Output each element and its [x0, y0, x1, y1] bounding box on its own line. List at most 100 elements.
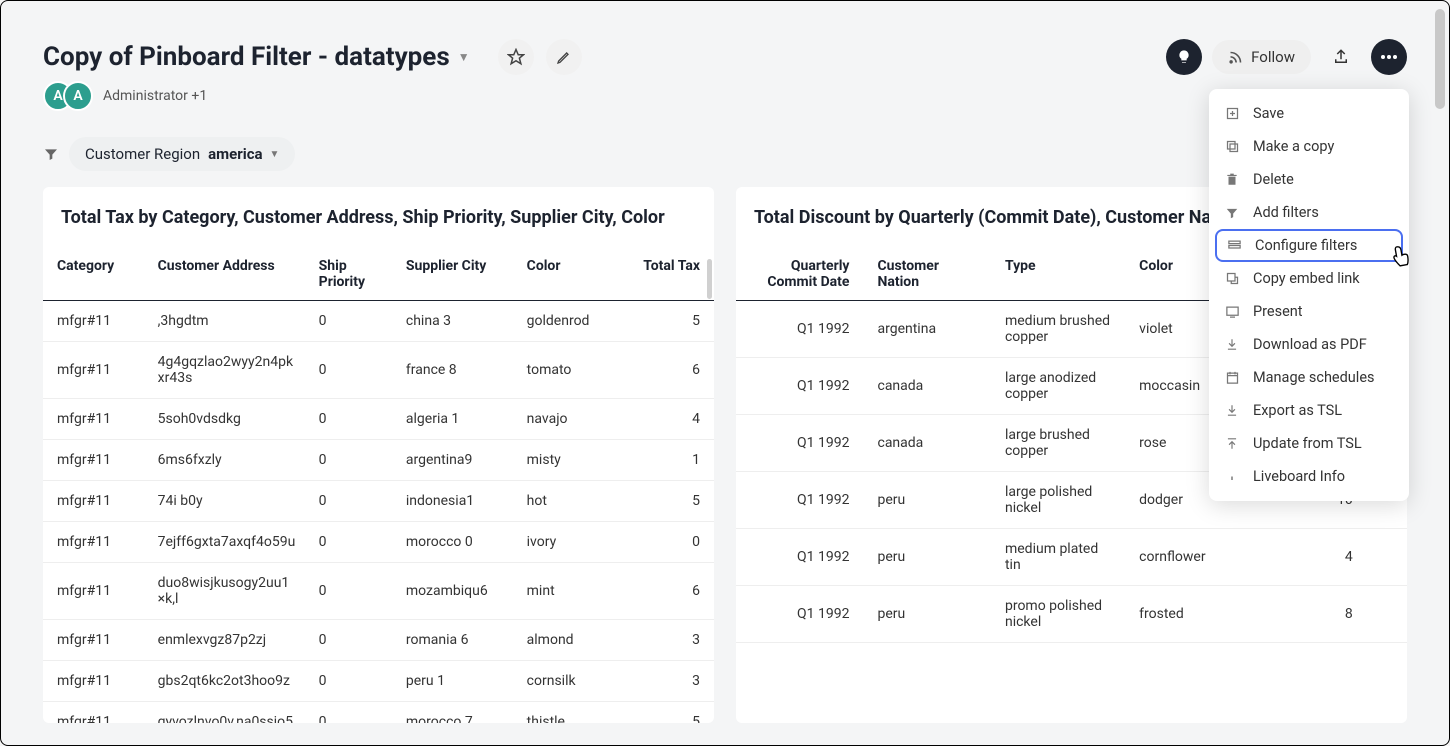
menu-item-label: Export as TSL [1253, 402, 1342, 419]
follow-button[interactable]: Follow [1212, 40, 1311, 74]
menu-item-update-from-tsl[interactable]: Update from TSL [1209, 427, 1409, 460]
table-row[interactable]: mfgr#11gyvozlnvo0v,na0ssjo50morocco 7thi… [43, 702, 714, 724]
menu-item-copy-embed-link[interactable]: Copy embed link [1209, 262, 1409, 295]
column-header[interactable]: Total Tax [627, 248, 714, 301]
menu-item-label: Manage schedules [1253, 369, 1375, 386]
edit-button[interactable] [546, 39, 582, 75]
more-menu-button[interactable] [1371, 39, 1407, 75]
share-button[interactable] [1323, 39, 1359, 75]
menu-item-make-a-copy[interactable]: Make a copy [1209, 130, 1409, 163]
table-cell: 6 [627, 563, 714, 620]
favorite-button[interactable] [498, 39, 534, 75]
table-cell: morocco 0 [392, 522, 513, 563]
table-cell: mfgr#11 [43, 481, 144, 522]
table-cell: mozambiqu6 [392, 563, 513, 620]
table-cell: 5 [627, 702, 714, 724]
menu-item-configure-filters[interactable]: Configure filters [1215, 229, 1403, 262]
table-cell: frosted [1125, 586, 1273, 643]
menu-item-delete[interactable]: Delete [1209, 163, 1409, 196]
menu-item-label: Make a copy [1253, 138, 1334, 155]
menu-item-icon [1223, 304, 1241, 319]
chevron-down-icon: ▼ [270, 149, 280, 160]
author-text: Administrator +1 [103, 88, 207, 104]
table-cell: 6ms6fxzly [144, 440, 305, 481]
share-icon [1332, 48, 1350, 66]
table-cell: 6 [627, 342, 714, 399]
menu-item-icon [1223, 206, 1241, 220]
menu-item-liveboard-info[interactable]: Liveboard Info [1209, 460, 1409, 493]
table-cell: 0 [627, 522, 714, 563]
table-row[interactable]: mfgr#11enmlexvgz87p2zj0romania 6almond3 [43, 620, 714, 661]
menu-item-icon [1223, 436, 1241, 451]
table-row[interactable]: mfgr#114g4gqzlao2wyy2n4pkxr43s0france 8t… [43, 342, 714, 399]
table-row[interactable]: mfgr#11duo8wisjkusogy2uu1×k,l0mozambiqu6… [43, 563, 714, 620]
table-cell: 3 [627, 661, 714, 702]
filter-label: Customer Region [85, 145, 200, 163]
filter-chip-customer-region[interactable]: Customer Region america ▼ [69, 137, 295, 171]
table-cell: 5 [627, 301, 714, 342]
table-cell: mfgr#11 [43, 342, 144, 399]
table-row[interactable]: mfgr#1174i b0y0indonesia1hot5 [43, 481, 714, 522]
menu-item-export-as-tsl[interactable]: Export as TSL [1209, 394, 1409, 427]
table-cell: Q1 1992 [736, 301, 863, 358]
column-header[interactable]: Quarterly Commit Date [736, 248, 863, 301]
filter-value: america [208, 145, 262, 163]
table-row[interactable]: mfgr#115soh0vdsdkg0algeria 1navajo4 [43, 399, 714, 440]
table-cell: Q1 1992 [736, 472, 863, 529]
column-header[interactable]: Ship Priority [305, 248, 392, 301]
column-header[interactable]: Category [43, 248, 144, 301]
card-scrollbar[interactable] [707, 259, 712, 299]
table-cell: algeria 1 [392, 399, 513, 440]
table-cell: cornsilk [513, 661, 627, 702]
column-header[interactable]: Customer Address [144, 248, 305, 301]
table-cell: canada [863, 415, 990, 472]
menu-item-manage-schedules[interactable]: Manage schedules [1209, 361, 1409, 394]
table-cell: canada [863, 358, 990, 415]
table-cell: promo polished nickel [991, 586, 1125, 643]
table-cell: goldenrod [513, 301, 627, 342]
menu-item-download-as-pdf[interactable]: Download as PDF [1209, 328, 1409, 361]
menu-item-label: Save [1253, 105, 1284, 122]
cursor-icon [1390, 241, 1416, 270]
table-row[interactable]: mfgr#117ejff6gxta7axqf4o59u0morocco 0ivo… [43, 522, 714, 563]
insights-button[interactable] [1166, 39, 1202, 75]
table-row[interactable]: mfgr#11gbs2qt6kc2ot3hoo9z0peru 1cornsilk… [43, 661, 714, 702]
column-header[interactable]: Type [991, 248, 1125, 301]
column-header[interactable]: Color [513, 248, 627, 301]
avatar: A [63, 81, 93, 111]
table-cell: mfgr#11 [43, 399, 144, 440]
avatar-stack[interactable]: A A [43, 81, 93, 111]
table-cell: 0 [305, 522, 392, 563]
menu-item-add-filters[interactable]: Add filters [1209, 196, 1409, 229]
table-cell: indonesia1 [392, 481, 513, 522]
column-header[interactable]: Supplier City [392, 248, 513, 301]
filter-icon[interactable] [43, 146, 59, 162]
menu-item-label: Configure filters [1255, 237, 1357, 254]
table-row[interactable]: mfgr#116ms6fxzly0argentina9misty1 [43, 440, 714, 481]
table-cell: thistle [513, 702, 627, 724]
more-menu-dropdown: Save Make a copy DeleteAdd filters Configur… [1209, 89, 1409, 501]
table-cell: peru 1 [392, 661, 513, 702]
table-row[interactable]: Q1 1992perumedium plated tincornflower4 [736, 529, 1407, 586]
table-total-tax: CategoryCustomer AddressShip PrioritySup… [43, 248, 714, 723]
table-cell: 74i b0y [144, 481, 305, 522]
column-header[interactable]: Customer Nation [863, 248, 990, 301]
menu-item-present[interactable]: Present [1209, 295, 1409, 328]
table-cell: 8 [1273, 586, 1367, 643]
table-row[interactable]: mfgr#11,3hgdtm0china 3goldenrod5 [43, 301, 714, 342]
table-cell: 0 [305, 620, 392, 661]
table-cell: large anodized copper [991, 358, 1125, 415]
table-cell: gyvozlnvo0v,na0ssjo5 [144, 702, 305, 724]
page-scrollbar[interactable] [1435, 9, 1445, 109]
table-cell: mfgr#11 [43, 563, 144, 620]
page-title[interactable]: Copy of Pinboard Filter - datatypes ▼ [43, 42, 470, 72]
table-row[interactable]: Q1 1992perupromo polished nickelfrosted8 [736, 586, 1407, 643]
title-dropdown-icon: ▼ [458, 50, 470, 64]
table-cell: duo8wisjkusogy2uu1×k,l [144, 563, 305, 620]
table-cell: large polished nickel [991, 472, 1125, 529]
table-cell: 5 [627, 481, 714, 522]
table-cell: 0 [305, 440, 392, 481]
menu-item-label: Liveboard Info [1253, 468, 1345, 485]
table-cell: 3 [627, 620, 714, 661]
menu-item-save[interactable]: Save [1209, 97, 1409, 130]
